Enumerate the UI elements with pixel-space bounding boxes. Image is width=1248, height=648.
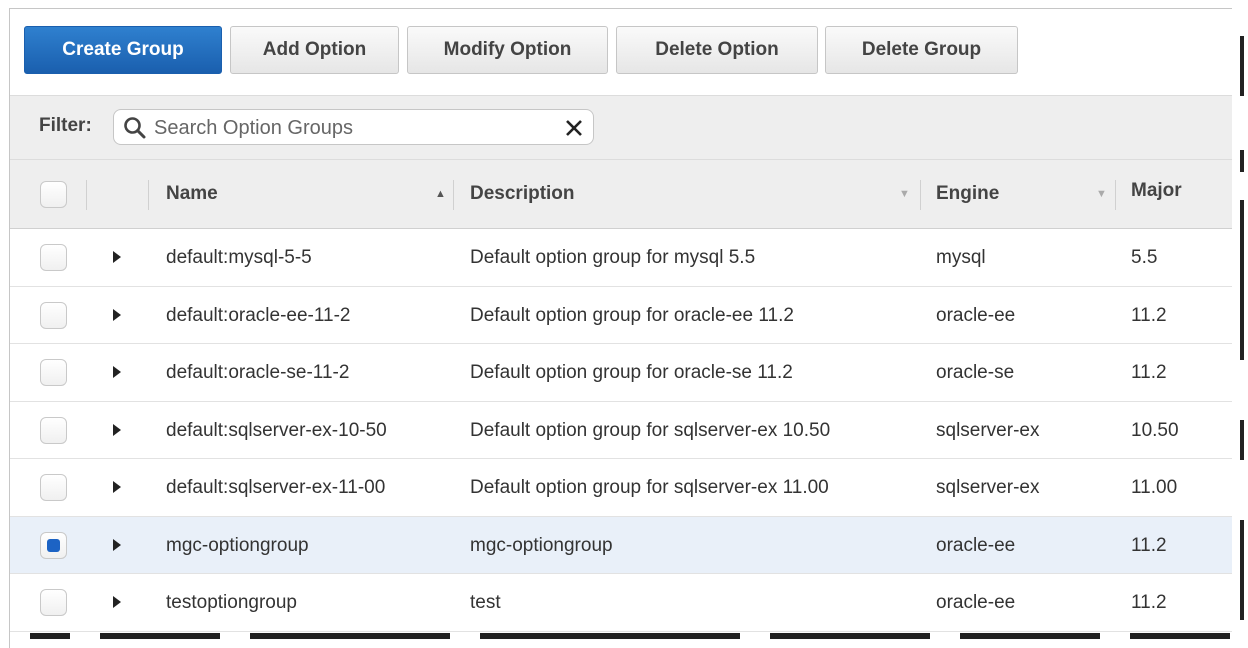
cell-description: mgc-optiongroup <box>470 534 613 556</box>
cell-major: 10.50 <box>1131 419 1179 441</box>
expand-arrow-icon[interactable] <box>113 538 121 551</box>
create-group-button[interactable]: Create Group <box>24 26 222 74</box>
delete-group-button[interactable]: Delete Group <box>825 26 1018 74</box>
search-box[interactable] <box>113 109 594 145</box>
column-divider <box>1115 180 1116 210</box>
cropped-text-fragment <box>1240 520 1244 620</box>
select-all-checkbox[interactable] <box>40 181 67 208</box>
cropped-next-row-fragment <box>0 631 1248 639</box>
sort-neutral-icon[interactable]: ▼ <box>1096 188 1107 200</box>
column-divider <box>453 180 454 210</box>
expand-arrow-icon[interactable] <box>113 423 121 436</box>
table-body: default:mysql-5-5 Default option group f… <box>10 229 1241 632</box>
search-input[interactable] <box>152 113 556 143</box>
row-checkbox[interactable] <box>40 359 67 386</box>
cell-major: 11.2 <box>1131 534 1167 556</box>
table-row[interactable]: default:sqlserver-ex-11-00 Default optio… <box>10 459 1241 517</box>
cropped-text-fragment <box>1240 150 1244 172</box>
column-divider <box>148 180 149 210</box>
cell-description: test <box>470 592 501 613</box>
column-header-engine[interactable]: Engine <box>936 183 999 205</box>
table-row[interactable]: default:oracle-se-11-2 Default option gr… <box>10 344 1241 402</box>
cell-major: 11.00 <box>1131 477 1178 498</box>
delete-option-button[interactable]: Delete Option <box>616 26 818 74</box>
cell-name: default:sqlserver-ex-11-00 <box>166 477 386 498</box>
expand-arrow-icon[interactable] <box>113 481 121 493</box>
cell-description: Default option group for sqlserver-ex 11… <box>470 477 829 498</box>
row-checkbox[interactable] <box>40 589 67 616</box>
cell-major: 11.2 <box>1131 592 1167 613</box>
cell-name: default:oracle-ee-11-2 <box>166 304 351 326</box>
cell-engine: oracle-ee <box>936 592 1016 613</box>
cell-engine: oracle-ee <box>936 534 1016 556</box>
toolbar: Create Group Add Option Modify Option De… <box>10 9 1241 95</box>
row-checkbox[interactable] <box>40 244 67 271</box>
expand-arrow-icon[interactable] <box>113 251 121 263</box>
column-header-description[interactable]: Description <box>470 183 575 205</box>
cropped-text-fragment <box>1240 200 1244 360</box>
expand-arrow-icon[interactable] <box>113 596 121 608</box>
row-checkbox-checked[interactable] <box>40 531 67 559</box>
cell-name: default:mysql-5-5 <box>166 247 312 268</box>
cell-name: default:sqlserver-ex-10-50 <box>166 419 387 441</box>
row-checkbox[interactable] <box>40 416 67 444</box>
table-row[interactable]: default:mysql-5-5 Default option group f… <box>10 229 1241 287</box>
cell-name: default:oracle-se-11-2 <box>166 362 350 383</box>
cell-major: 11.2 <box>1131 304 1167 326</box>
cell-major: 5.5 <box>1131 247 1158 268</box>
column-header-name[interactable]: Name <box>166 183 218 205</box>
cell-name: testoptiongroup <box>166 592 297 613</box>
cropped-text-fragment <box>1240 420 1244 460</box>
cell-description: Default option group for oracle-se 11.2 <box>470 362 793 383</box>
cell-engine: oracle-se <box>936 362 1015 383</box>
search-icon <box>124 117 146 139</box>
modify-option-button[interactable]: Modify Option <box>407 26 608 74</box>
cell-description: Default option group for sqlserver-ex 10… <box>470 419 831 441</box>
filter-bar: Filter: <box>10 95 1241 159</box>
option-groups-panel: Create Group Add Option Modify Option De… <box>9 8 1241 648</box>
add-option-button[interactable]: Add Option <box>230 26 399 74</box>
sort-ascending-icon[interactable]: ▲ <box>435 188 446 200</box>
sort-neutral-icon[interactable]: ▼ <box>899 188 910 200</box>
cropped-adjacent-panel <box>1232 0 1248 639</box>
close-icon[interactable] <box>564 118 584 138</box>
cell-engine: sqlserver-ex <box>936 477 1040 498</box>
table-row-selected[interactable]: mgc-optiongroup mgc-optiongroup oracle-e… <box>10 516 1241 574</box>
cell-engine: sqlserver-ex <box>936 419 1040 441</box>
column-divider <box>86 180 87 210</box>
expand-arrow-icon[interactable] <box>113 308 121 321</box>
table-row[interactable]: default:oracle-ee-11-2 Default option gr… <box>10 286 1241 344</box>
cell-description: Default option group for mysql 5.5 <box>470 247 756 268</box>
table-row[interactable]: testoptiongroup test oracle-ee 11.2 <box>10 574 1241 632</box>
table-row[interactable]: default:sqlserver-ex-10-50 Default optio… <box>10 401 1241 459</box>
column-divider <box>920 180 921 210</box>
column-header-major[interactable]: Major <box>1131 180 1182 202</box>
cell-engine: mysql <box>936 247 986 268</box>
expand-arrow-icon[interactable] <box>113 366 121 378</box>
table-header: Name ▲ Description ▼ Engine ▼ Major <box>10 159 1241 229</box>
cell-description: Default option group for oracle-ee 11.2 <box>470 304 794 326</box>
cell-name: mgc-optiongroup <box>166 534 309 556</box>
filter-label: Filter: <box>39 115 92 136</box>
cell-major: 11.2 <box>1131 362 1167 383</box>
cropped-text-fragment <box>1240 36 1244 96</box>
row-checkbox[interactable] <box>40 301 67 329</box>
row-checkbox[interactable] <box>40 474 67 501</box>
cell-engine: oracle-ee <box>936 304 1016 326</box>
